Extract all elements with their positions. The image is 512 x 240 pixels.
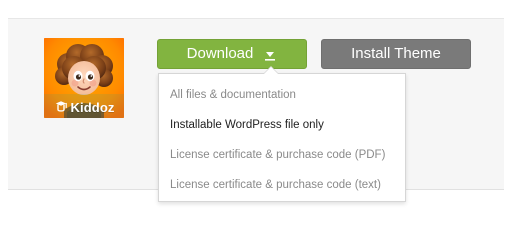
download-options-dropdown: All files & documentation Installable Wo… <box>158 66 406 202</box>
brand-text: Kiddoz <box>70 99 115 115</box>
download-button-label: Download <box>186 45 254 62</box>
install-theme-button-label: Install Theme <box>351 45 441 62</box>
kiddoz-logo-icon <box>55 101 67 112</box>
download-option-all-files[interactable]: All files & documentation <box>170 81 395 109</box>
download-option-wordpress-file[interactable]: Installable WordPress file only <box>170 111 395 139</box>
brand-label: Kiddoz <box>44 98 124 116</box>
download-arrow-icon <box>265 52 276 61</box>
download-option-license-pdf[interactable]: License certificate & purchase code (PDF… <box>170 141 395 169</box>
install-theme-button[interactable]: Install Theme <box>321 39 471 69</box>
theme-thumbnail[interactable]: Kiddoz <box>44 38 124 118</box>
page: Kiddoz Download Install Theme All files … <box>0 0 512 216</box>
dropdown-caret <box>263 66 279 74</box>
download-button[interactable]: Download <box>157 39 307 69</box>
download-option-license-text[interactable]: License certificate & purchase code (tex… <box>170 171 395 199</box>
